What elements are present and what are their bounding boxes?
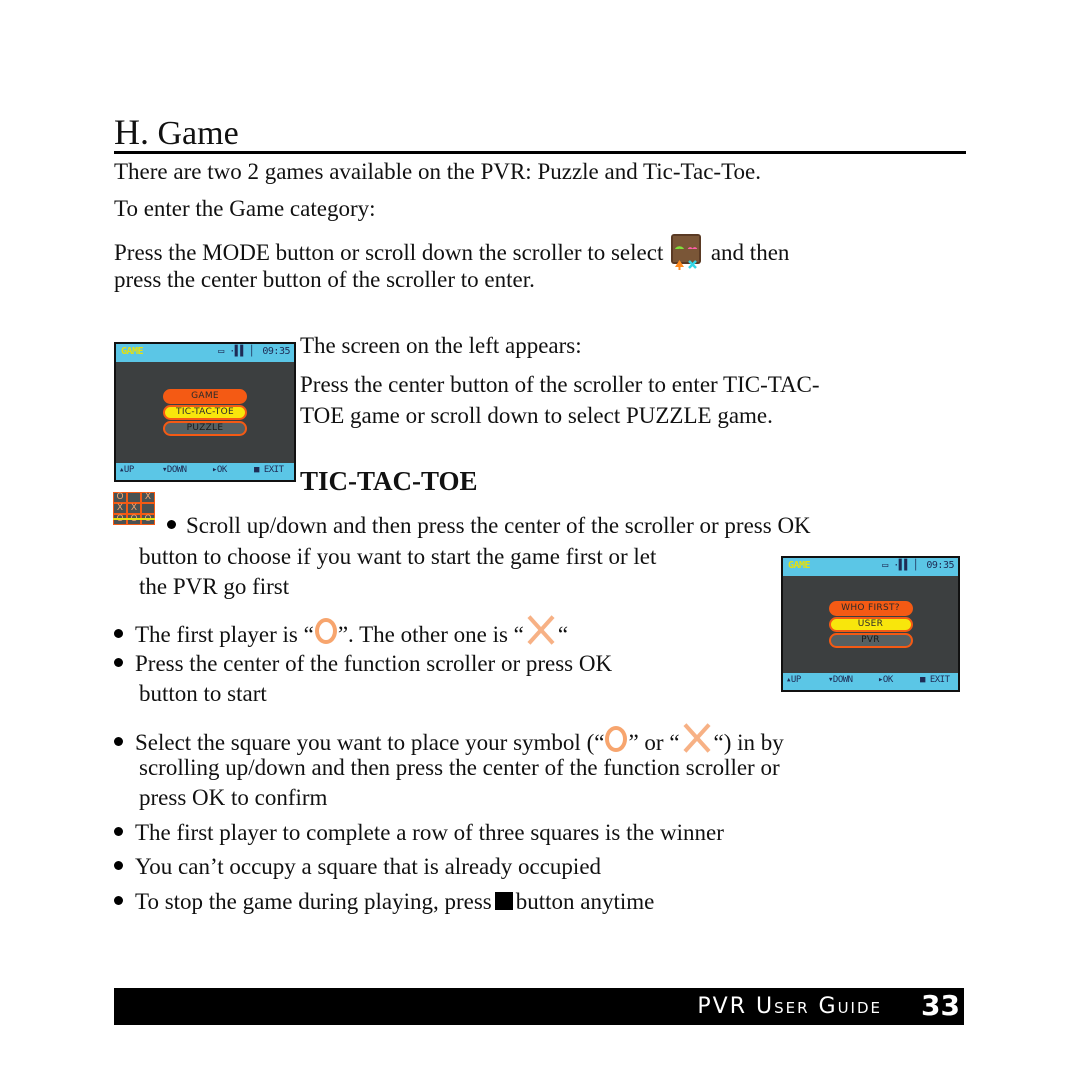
o-symbol-icon (605, 726, 628, 752)
intro-line-3: Press the MODE button or scroll down the… (114, 234, 790, 270)
winning-line (113, 518, 155, 520)
bullet-6: You can’t occupy a square that is alread… (114, 852, 601, 882)
board-cell (128, 493, 140, 502)
bullet-7: To stop the game during playing, press bu… (114, 887, 654, 917)
x-symbol-icon (526, 614, 556, 646)
subsection-title: TIC-TAC-TOE (300, 466, 478, 496)
bullet-dot (114, 737, 123, 746)
screen1-caption: The screen on the left appears: (300, 333, 582, 358)
menu-item-tic-tac-toe[interactable]: TIC-TAC-TOE (163, 405, 247, 420)
softkey-down: ▾DOWN (162, 465, 187, 475)
intro-line-1: There are two 2 games available on the P… (114, 159, 761, 184)
softkey-exit: ■ EXIT (920, 675, 950, 685)
section-heading: H. Game (114, 112, 239, 154)
footer-guide-title: PVR User Guide (697, 994, 882, 1019)
board-cell: O (114, 493, 126, 502)
bullet-1: Scroll up/down and then press the center… (167, 511, 811, 541)
menu-item-user[interactable]: USER (828, 617, 913, 632)
bullet-5: The first player to complete a row of th… (114, 818, 724, 848)
bullet-4-line-2: scrolling up/down and then press the cen… (139, 755, 780, 780)
x-symbol-icon (682, 722, 712, 754)
bullet-3-line-2: button to start (139, 681, 267, 706)
softkey-up: ▴UP (786, 675, 801, 685)
board-cell (142, 504, 154, 513)
screen-status-bar: GAME ▭ ·▌▌ ▏ 09:35 (783, 558, 958, 576)
bullet-2: The first player is “”. The other one is… (114, 614, 568, 650)
screen-softkey-bar: ▴UP ▾DOWN ▸OK ■ EXIT (783, 673, 958, 690)
page-number: 33 (921, 989, 960, 1022)
intro-line-3-start: Press the MODE button or scroll down the… (114, 240, 664, 265)
bullet-dot (114, 629, 123, 638)
screen-mode-tag: GAME (788, 560, 811, 571)
game-category-icon (671, 234, 702, 270)
screen-status-icons: ▭ ·▌▌ ▏ 09:35 (218, 346, 290, 357)
softkey-down: ▾DOWN (828, 675, 853, 685)
o-symbol-icon (314, 618, 337, 644)
bullet-dot (114, 827, 123, 836)
softkey-up: ▴UP (119, 465, 134, 475)
menu-item-puzzle[interactable]: PUZZLE (163, 421, 247, 436)
screen-mode-tag: GAME (121, 346, 144, 357)
intro-line-4: press the center button of the scroller … (114, 267, 535, 292)
board-cell: X (142, 493, 154, 502)
softkey-ok: ▸OK (878, 675, 893, 685)
menu-item-pvr[interactable]: PVR (828, 633, 913, 648)
device-screen-game-menu: GAME ▭ ·▌▌ ▏ 09:35 GAME TIC-TAC-TOE PUZZ… (114, 342, 296, 482)
screen1-desc-line-2: TOE game or scroll down to select PUZZLE… (300, 403, 773, 428)
board-cell: X (128, 504, 140, 513)
softkey-exit: ■ EXIT (254, 465, 284, 475)
screen-status-bar: GAME ▭ ·▌▌ ▏ 09:35 (116, 344, 294, 362)
board-cell: X (114, 504, 126, 513)
section-letter: H. (114, 112, 149, 152)
screen-status-icons: ▭ ·▌▌ ▏ 09:35 (882, 560, 954, 571)
stop-button-icon (494, 892, 513, 910)
bullet-dot (114, 896, 123, 905)
menu-title: GAME (163, 389, 247, 404)
intro-line-2: To enter the Game category: (114, 196, 376, 221)
bullet-1-line-3: the PVR go first (139, 574, 290, 599)
screen-softkey-bar: ▴UP ▾DOWN ▸OK ■ EXIT (116, 463, 294, 480)
softkey-ok: ▸OK (212, 465, 227, 475)
intro-line-3-end: and then (710, 240, 790, 265)
page-footer: PVR User Guide 33 (114, 988, 964, 1025)
bullet-dot (114, 861, 123, 870)
section-title: Game (157, 115, 239, 152)
tic-tac-toe-icon: O X X X O O O (113, 492, 155, 525)
menu-title: WHO FIRST? (828, 601, 913, 616)
screen1-desc-line-1: Press the center button of the scroller … (300, 372, 820, 397)
bullet-3: Press the center of the function scrolle… (114, 649, 612, 679)
bullet-dot (167, 520, 176, 529)
bullet-dot (114, 658, 123, 667)
heading-rule (114, 151, 966, 154)
device-screen-who-first: GAME ▭ ·▌▌ ▏ 09:35 WHO FIRST? USER PVR ▴… (781, 556, 960, 692)
bullet-1-line-2: button to choose if you want to start th… (139, 544, 657, 569)
bullet-4-line-3: press OK to confirm (139, 785, 328, 810)
